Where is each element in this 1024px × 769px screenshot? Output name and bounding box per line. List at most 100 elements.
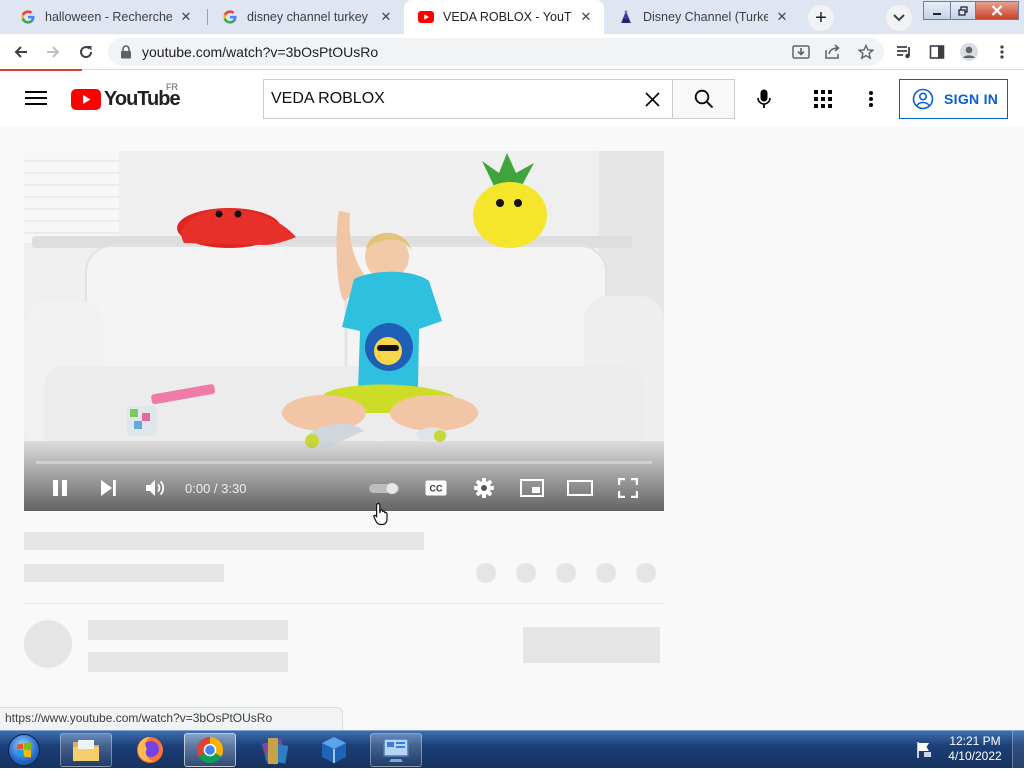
tab-title: VEDA ROBLOX - YouTube [443,10,572,24]
taskbar-firefox[interactable] [124,733,176,767]
theater-mode-button[interactable] [566,475,594,501]
theater-icon [567,480,593,496]
settings-button[interactable] [470,475,498,501]
video-player[interactable]: 0:00 / 3:30 CC [24,151,664,511]
taskbar-control-panel[interactable] [370,733,422,767]
taskbar-virtualbox[interactable] [308,733,360,767]
share-button[interactable] [820,39,846,65]
tab-disney-channel-turkey[interactable]: Disney Channel (Turkey) | ✕ [604,0,800,34]
start-button[interactable] [3,732,45,768]
pause-button[interactable] [46,475,74,501]
next-button[interactable] [94,475,122,501]
minimize-icon [933,12,941,15]
settings-icon [474,478,494,498]
close-icon [991,5,1003,16]
clock-time: 12:21 PM [949,734,1001,748]
star-icon [858,44,874,60]
tab-search-button[interactable] [886,5,912,31]
chrome-menu-button[interactable] [989,39,1015,65]
player-controls: 0:00 / 3:30 CC [24,473,664,503]
action-placeholder [636,563,656,583]
install-icon [792,45,810,59]
minimize-button[interactable] [923,1,951,20]
google-icon [20,9,36,25]
restore-icon [958,5,968,16]
windows-taskbar: 12:21 PM 4/10/2022 [0,730,1024,769]
tab-close-icon[interactable]: ✕ [774,9,790,25]
fullscreen-button[interactable] [614,475,642,501]
subtitles-button[interactable]: CC [422,475,450,501]
volume-icon [146,480,165,496]
clear-search-button[interactable] [632,79,672,119]
action-placeholder [596,563,616,583]
address-bar[interactable]: youtube.com/watch?v=3bOsPtOUsRo [108,38,884,66]
mute-button[interactable] [141,475,169,501]
tab-title: halloween - Recherche G [45,10,172,24]
youtube-logo[interactable]: YouTube FR [71,82,181,111]
explorer-icon [73,740,99,761]
country-code: FR [166,82,178,92]
autoplay-toggle[interactable] [366,475,402,501]
youtube-header: YouTube FR VEDA ROBLOX SIGN IN [0,71,1024,127]
new-tab-button[interactable]: + [808,5,834,31]
tab-disney-channel-turkey-search[interactable]: disney channel turkey - R ✕ [208,0,404,34]
taskbar-winrar[interactable] [248,733,300,767]
control-panel-icon [383,738,409,762]
sign-in-button[interactable]: SIGN IN [899,79,1008,119]
tab-close-icon[interactable]: ✕ [178,9,194,25]
account-circle-icon [912,88,934,110]
search-input[interactable]: VEDA ROBLOX [263,79,672,119]
bookmark-button[interactable] [853,39,879,65]
forward-arrow-icon [47,46,60,58]
side-panel-button[interactable] [924,39,950,65]
action-center-flag-icon[interactable] [914,740,934,760]
show-desktop-button[interactable] [1012,731,1024,769]
settings-menu-button[interactable] [858,86,884,112]
voice-search-button[interactable] [748,83,780,115]
pause-icon [53,480,67,496]
reload-icon [80,46,93,59]
firefox-icon [137,737,163,763]
miniplayer-icon [520,479,544,497]
title-placeholder [24,532,424,550]
close-window-button[interactable] [975,1,1019,20]
channel-name-placeholder [88,620,288,640]
url-text: youtube.com/watch?v=3bOsPtOUsRo [142,44,379,60]
taskbar-chrome[interactable] [184,733,236,767]
search-icon [694,89,713,109]
youtube-icon [418,9,434,25]
winrar-icon [261,738,289,764]
hand-cursor-icon [373,502,388,526]
media-controls-button[interactable] [892,39,918,65]
tab-halloween[interactable]: halloween - Recherche G ✕ [6,0,204,34]
microphone-icon [757,89,771,108]
profile-button[interactable] [956,39,982,65]
youtube-play-logo-icon [71,88,101,110]
subscribe-placeholder [523,627,660,663]
search-button[interactable] [672,79,735,119]
avatar-icon [960,43,978,61]
install-app-button[interactable] [788,39,814,65]
virtualbox-icon [322,737,346,763]
subscribers-placeholder [88,652,288,672]
browser-toolbar: youtube.com/watch?v=3bOsPtOUsRo [0,34,1024,70]
restore-button[interactable] [950,1,976,20]
playlist-icon [897,46,910,59]
taskbar-explorer[interactable] [60,733,112,767]
reload-button[interactable] [73,39,99,65]
tab-veda-roblox-youtube[interactable]: VEDA ROBLOX - YouTube ✕ [404,0,604,34]
video-progress-bar[interactable] [36,461,652,464]
guide-menu-icon[interactable] [22,87,50,111]
back-button[interactable] [8,39,34,65]
kebab-menu-icon [1000,45,1004,59]
chevron-down-icon [893,14,905,22]
tab-close-icon[interactable]: ✕ [378,9,394,25]
fullscreen-icon [618,478,638,498]
forward-button[interactable] [40,39,66,65]
youtube-apps-button[interactable] [810,86,836,112]
tab-close-icon[interactable]: ✕ [578,9,594,25]
cc-icon: CC [425,480,447,496]
system-clock[interactable]: 12:21 PM 4/10/2022 [943,734,1007,764]
miniplayer-button[interactable] [518,475,546,501]
status-bar-url: https://www.youtube.com/watch?v=3bOsPtOU… [0,707,344,730]
